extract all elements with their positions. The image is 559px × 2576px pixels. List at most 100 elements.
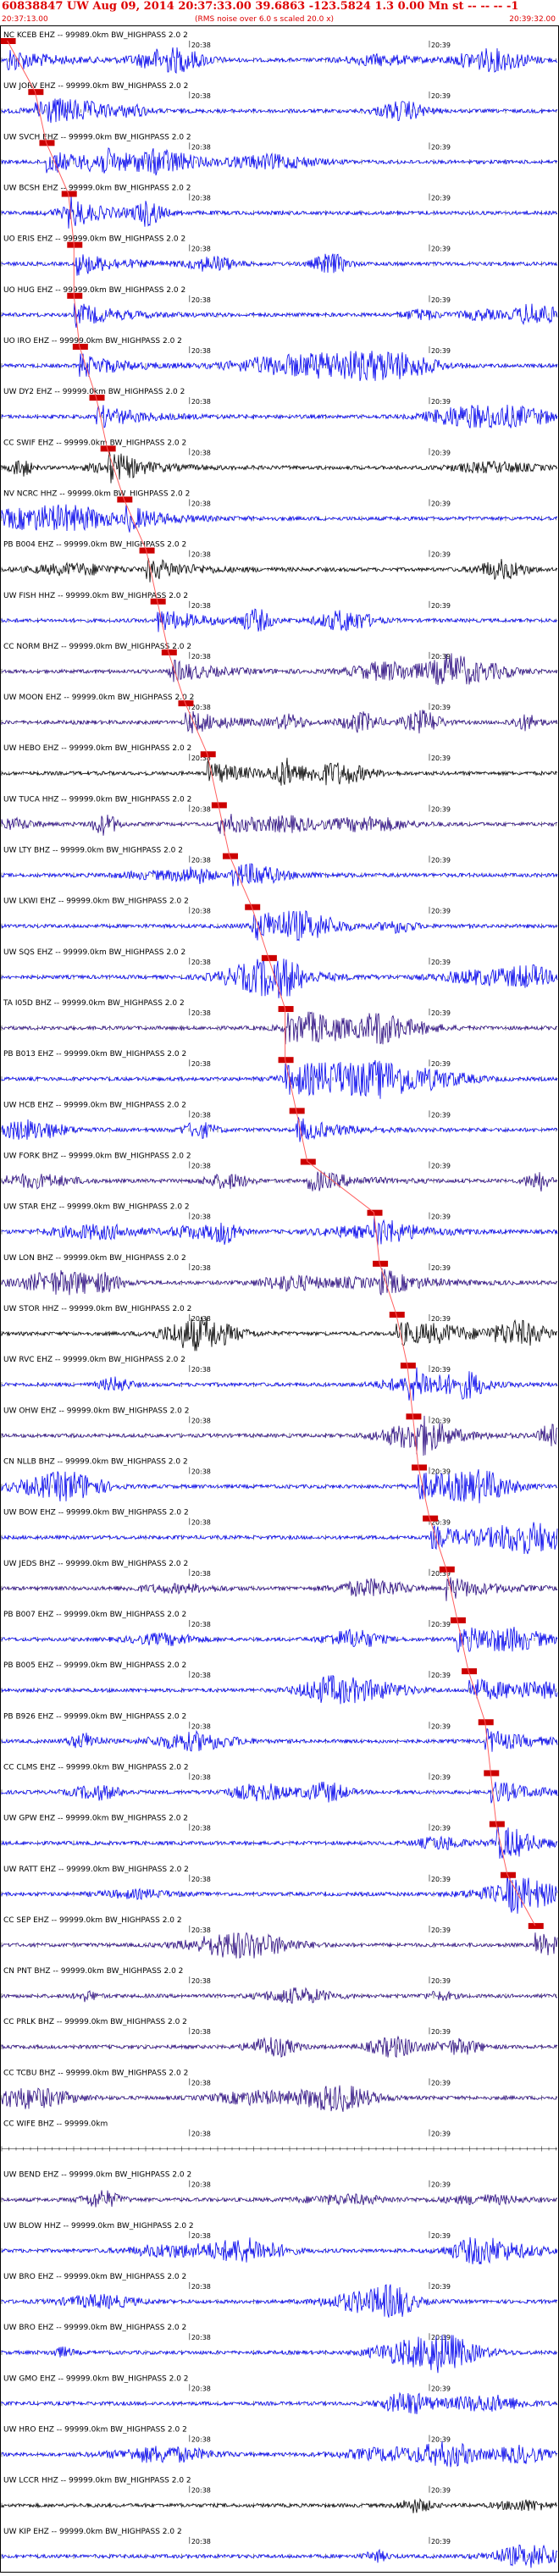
window-end-time: 20:39:32.00 bbox=[509, 15, 556, 24]
minute-mark-label: 20:39 bbox=[431, 2131, 451, 2138]
minute-mark-label: 20:39 bbox=[431, 2385, 451, 2392]
minute-mark-label: 20:38 bbox=[191, 857, 211, 865]
channel-row: PB B926 EHZ -- 99999.0km BW_HIGHPASS 2.0… bbox=[1, 1712, 558, 1752]
waveform bbox=[1, 1059, 558, 1099]
waveform bbox=[1, 302, 558, 329]
minute-mark-label: 20:39 bbox=[431, 653, 451, 661]
channel-label: UW BCSH EHZ -- 99999.0km BW_HIGHPASS 2.0… bbox=[3, 184, 191, 192]
channel-row: UW SVCH EHZ -- 99999.0km BW_HIGHPASS 2.0… bbox=[1, 133, 558, 176]
minute-mark-label: 20:39 bbox=[431, 2079, 451, 2087]
waveform bbox=[1, 910, 558, 942]
minute-mark-label: 20:38 bbox=[191, 296, 211, 304]
channel-label: UW SQS EHZ -- 99999.0km BW_HIGHPASS 2.0 … bbox=[3, 948, 185, 957]
channel-row: CC WIFE BHZ -- 99999.0km 20:38 20:39 bbox=[1, 2120, 557, 2152]
channel-row: UW BRO EHZ -- 99999.0km BW_HIGHPASS 2.0 … bbox=[1, 2273, 558, 2318]
waveform bbox=[1, 2441, 558, 2468]
waveform bbox=[1, 653, 558, 685]
channel-label: CN NLLB BHZ -- 99999.0km BW_HIGHPASS 2.0… bbox=[3, 1457, 188, 1466]
minute-mark-label: 20:39 bbox=[431, 2232, 451, 2240]
channel-label: UW GPW EHZ -- 99999.0km BW_HIGHPASS 2.0 … bbox=[3, 1815, 188, 1823]
channel-row: UW GPW EHZ -- 99999.0km BW_HIGHPASS 2.0 … bbox=[1, 1815, 558, 1859]
channel-row: UW RVC EHZ -- 99999.0km BW_HIGHPASS 2.0 … bbox=[1, 1356, 558, 1401]
waveform bbox=[1, 1011, 558, 1045]
waveform bbox=[1, 757, 558, 786]
minute-mark-label: 20:38 bbox=[191, 1213, 211, 1221]
channel-label: UW JEDS BHZ -- 99999.0km BW_HIGHPASS 2.0… bbox=[3, 1560, 188, 1568]
channel-row: CC SWIF EHZ -- 99999.0km BW_HIGHPASS 2.0… bbox=[1, 439, 558, 484]
waveform bbox=[1, 2391, 558, 2414]
minute-mark-label: 20:39 bbox=[431, 2283, 451, 2291]
minute-mark-label: 20:39 bbox=[431, 2487, 451, 2495]
minute-mark-label: 20:38 bbox=[191, 1825, 211, 1832]
channel-row: UW LCCR HHZ -- 99999.0km BW_HIGHPASS 2.0… bbox=[1, 2477, 558, 2513]
minute-mark-label: 20:38 bbox=[191, 2028, 211, 2036]
minute-mark-label: 20:38 bbox=[191, 1009, 211, 1017]
phase-pick-marker bbox=[484, 1770, 500, 1777]
minute-mark-label: 20:39 bbox=[431, 1009, 451, 1017]
minute-mark-label: 20:38 bbox=[191, 398, 211, 406]
minute-mark-label: 20:38 bbox=[191, 2131, 211, 2138]
minute-mark-label: 20:38 bbox=[191, 1773, 211, 1781]
minute-mark-label: 20:38 bbox=[191, 2232, 211, 2240]
phase-pick-marker bbox=[0, 38, 16, 44]
minute-mark-label: 20:38 bbox=[191, 704, 211, 711]
minute-mark-label: 20:38 bbox=[191, 143, 211, 151]
minute-mark-label: 20:39 bbox=[431, 2538, 451, 2546]
minute-mark-label: 20:39 bbox=[431, 551, 451, 559]
minute-mark-label: 20:38 bbox=[191, 1417, 211, 1424]
minute-mark-label: 20:38 bbox=[191, 602, 211, 610]
waveform bbox=[1, 2035, 558, 2059]
channel-label: UO HUG EHZ -- 99999.0km BW_HIGHPASS 2.0 … bbox=[3, 286, 185, 295]
minute-mark-label: 20:39 bbox=[431, 1315, 451, 1323]
channel-label: UW LON BHZ -- 99999.0km BW_HIGHPASS 2.0 … bbox=[3, 1254, 186, 1263]
minute-mark-label: 20:39 bbox=[431, 1876, 451, 1883]
channel-label: UW KIP EHZ -- 99999.0km BW_HIGHPASS 2.0 … bbox=[3, 2528, 182, 2536]
minute-mark-label: 20:38 bbox=[191, 449, 211, 456]
minute-mark-label: 20:39 bbox=[431, 908, 451, 915]
waveform bbox=[1, 2497, 558, 2513]
channel-label: PB B926 EHZ -- 99999.0km BW_HIGHPASS 2.0… bbox=[3, 1712, 186, 1721]
minute-mark-label: 20:39 bbox=[431, 1825, 451, 1832]
minute-mark-label: 20:38 bbox=[191, 551, 211, 559]
time-ticks bbox=[1, 2044, 556, 2050]
minute-mark-label: 20:38 bbox=[191, 1366, 211, 1374]
minute-mark-label: 20:38 bbox=[191, 194, 211, 202]
minute-mark-label: 20:39 bbox=[431, 1213, 451, 1221]
minute-mark-label: 20:38 bbox=[191, 2334, 211, 2341]
waveform bbox=[1, 2085, 558, 2112]
minute-mark-label: 20:38 bbox=[191, 1519, 211, 1527]
minute-mark-label: 20:39 bbox=[431, 296, 451, 304]
channel-row: UW LKWI EHZ -- 99999.0km BW_HIGHPASS 2.0… bbox=[1, 898, 558, 942]
minute-mark-label: 20:38 bbox=[191, 347, 211, 355]
waveform bbox=[1, 147, 558, 176]
minute-mark-label: 20:38 bbox=[191, 653, 211, 661]
minute-mark-label: 20:39 bbox=[431, 704, 451, 711]
phase-pick-marker bbox=[406, 1413, 422, 1420]
minute-mark-label: 20:38 bbox=[191, 908, 211, 915]
phase-pick-marker bbox=[67, 241, 83, 248]
channel-label: UW BRO EHZ -- 99999.0km BW_HIGHPASS 2.0 … bbox=[3, 2273, 186, 2281]
waveform bbox=[1, 557, 558, 583]
waveform bbox=[1, 863, 558, 887]
waveform bbox=[1, 1268, 558, 1296]
waveform bbox=[1, 2335, 558, 2374]
minute-mark-label: 20:38 bbox=[191, 1977, 211, 1985]
channel-label: UW RATT EHZ -- 99999.0km BW_HIGHPASS 2.0… bbox=[3, 1866, 189, 1874]
channel-label: PB B007 EHZ -- 99999.0km BW_HIGHPASS 2.0… bbox=[3, 1611, 186, 1619]
channel-label: PB B004 EHZ -- 99999.0km BW_HIGHPASS 2.0… bbox=[3, 541, 186, 550]
phase-pick-marker bbox=[500, 1871, 516, 1878]
minute-mark-label: 20:39 bbox=[431, 1773, 451, 1781]
channel-label: UW HEBO EHZ -- 99999.0km BW_HIGHPASS 2.0… bbox=[3, 744, 191, 753]
minute-mark-label: 20:38 bbox=[191, 2487, 211, 2495]
channel-row: CC CLMS EHZ -- 99999.0km BW_HIGHPASS 2.0… bbox=[1, 1763, 558, 1804]
minute-mark-label: 20:38 bbox=[191, 1722, 211, 1730]
channel-label: UW BLOW HHZ -- 99999.0km BW_HIGHPASS 2.0… bbox=[3, 2222, 194, 2231]
channel-row: CN NLLB BHZ -- 99999.0km BW_HIGHPASS 2.0… bbox=[1, 1457, 558, 1504]
channel-row: UW TUCA HHZ -- 99999.0km BW_HIGHPASS 2.0… bbox=[1, 795, 558, 836]
waveform bbox=[1, 1987, 558, 2004]
waveform bbox=[1, 404, 558, 428]
waveform bbox=[1, 1415, 558, 1457]
channel-row: NV NCRC HHZ -- 99999.0km BW_HIGHPASS 2.0… bbox=[1, 489, 558, 533]
minute-mark-label: 20:39 bbox=[431, 857, 451, 865]
phase-pick-marker bbox=[367, 1209, 383, 1216]
